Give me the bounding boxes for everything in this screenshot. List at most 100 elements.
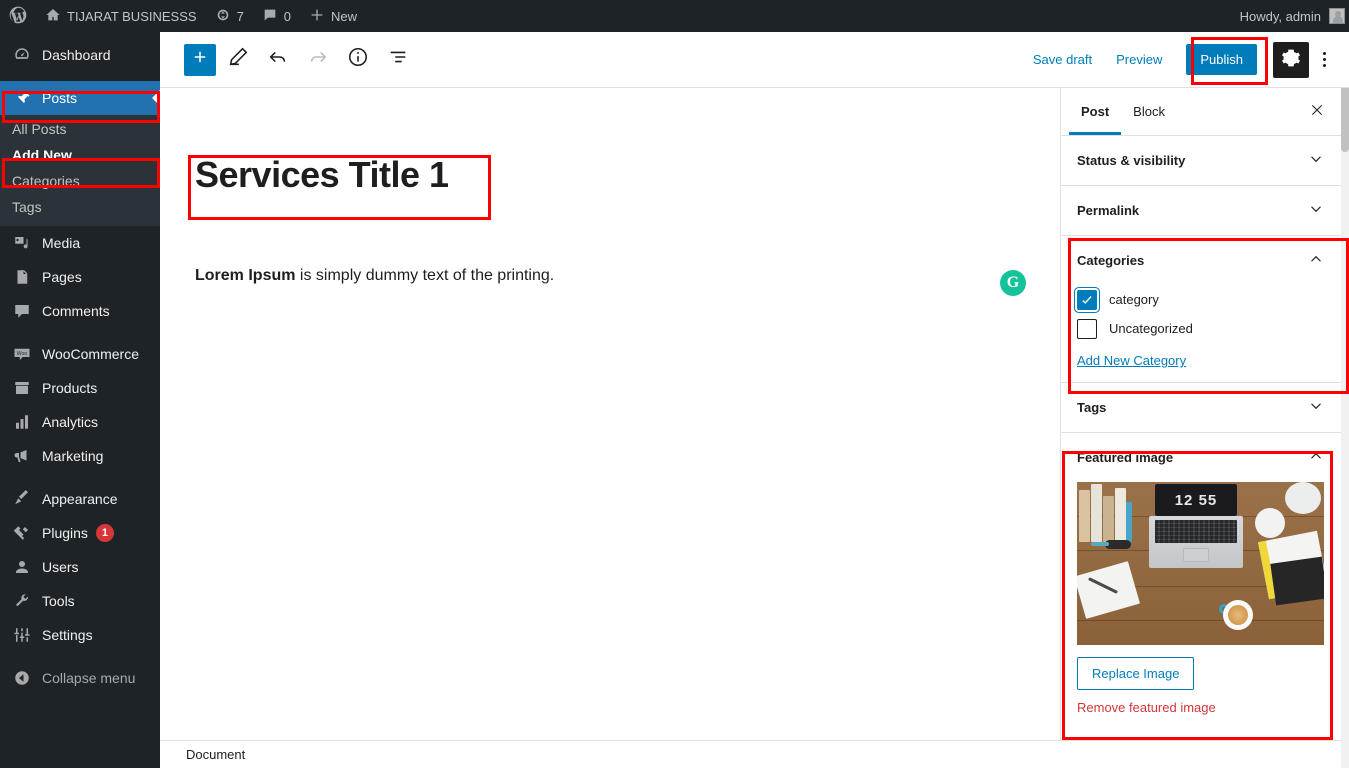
menu-separator: [0, 473, 160, 482]
panel-featured-image[interactable]: Featured image 12 55 Replace Image Remov…: [1061, 433, 1341, 715]
magazine-dark: [1270, 556, 1324, 606]
comment-icon: [262, 7, 278, 26]
comment-icon: [12, 301, 32, 321]
admin-bar: TIJARAT BUSINESSS 7 0 New Howdy, admin: [0, 0, 1349, 32]
sidebar-item-label: Plugins: [42, 525, 88, 541]
panel-permalink-header[interactable]: Permalink: [1061, 186, 1341, 235]
menu-separator: [0, 328, 160, 337]
replace-image-button[interactable]: Replace Image: [1077, 657, 1195, 690]
grammarly-icon[interactable]: G: [1000, 270, 1026, 296]
list-view-icon: [387, 46, 409, 73]
panel-title: Permalink: [1077, 203, 1140, 218]
sidebar-item-label: Appearance: [42, 491, 118, 507]
more-options-button[interactable]: [1309, 42, 1339, 78]
howdy-label: Howdy, admin: [1239, 8, 1321, 24]
sidebar-item-categories[interactable]: Categories: [0, 168, 160, 194]
settings-toggle-button[interactable]: [1273, 41, 1309, 78]
tools-button[interactable]: [220, 42, 256, 78]
details-button[interactable]: [340, 42, 376, 78]
document-breadcrumb[interactable]: Document: [186, 747, 245, 762]
collapse-icon: [12, 668, 32, 688]
plug-icon: [12, 523, 32, 543]
sidebar-item-tags[interactable]: Tags: [0, 194, 160, 220]
updates-count: 7: [236, 8, 244, 24]
sidebar-item-label: Settings: [42, 627, 93, 643]
plus-icon: [309, 7, 325, 26]
sidebar-item-appearance[interactable]: Appearance: [0, 482, 160, 516]
sidebar-item-marketing[interactable]: Marketing: [0, 439, 160, 473]
category-label: Uncategorized: [1109, 321, 1193, 336]
add-new-category-link[interactable]: Add New Category: [1077, 353, 1186, 368]
sidebar-item-label: Users: [42, 559, 79, 575]
panel-permalink[interactable]: Permalink: [1061, 186, 1341, 236]
panel-status-visibility[interactable]: Status & visibility: [1061, 136, 1341, 186]
redo-button[interactable]: [300, 42, 336, 78]
books-stack: [1079, 482, 1135, 542]
pages-icon: [12, 267, 32, 287]
svg-text:Woo: Woo: [17, 351, 28, 357]
featured-image-preview[interactable]: 12 55: [1077, 482, 1324, 645]
sidebar-item-users[interactable]: Users: [0, 550, 160, 584]
tab-post[interactable]: Post: [1069, 88, 1122, 135]
save-draft-button[interactable]: Save draft: [1021, 46, 1104, 73]
sidebar-item-products[interactable]: Products: [0, 371, 160, 405]
sidebar-item-posts[interactable]: Posts: [0, 81, 160, 115]
updates-menu[interactable]: 7: [206, 0, 253, 32]
products-icon: [12, 378, 32, 398]
site-name-menu[interactable]: TIJARAT BUSINESSS: [36, 0, 206, 32]
undo-button[interactable]: [260, 42, 296, 78]
menu-separator: [0, 652, 160, 661]
comments-menu[interactable]: 0: [253, 0, 300, 32]
sidebar-item-comments[interactable]: Comments: [0, 294, 160, 328]
sidebar-item-plugins[interactable]: Plugins 1: [0, 516, 160, 550]
tab-block[interactable]: Block: [1121, 88, 1177, 135]
updates-icon: [215, 7, 231, 26]
sidebar-item-label: Tools: [42, 593, 75, 609]
posts-submenu: All Posts Add New Categories Tags: [0, 115, 160, 226]
admin-sidebar: Dashboard Posts All Posts Add New Catego…: [0, 32, 160, 768]
category-checkbox-category[interactable]: [1077, 289, 1097, 310]
editor-toolbar-right: Save draft Preview Publish: [1021, 41, 1349, 78]
add-block-button[interactable]: [184, 43, 216, 76]
panel-status-visibility-header[interactable]: Status & visibility: [1061, 136, 1341, 185]
laptop-keyboard: [1155, 520, 1237, 543]
category-row[interactable]: Uncategorized: [1077, 314, 1325, 343]
list-view-button[interactable]: [380, 42, 416, 78]
page-scrollbar[interactable]: [1341, 32, 1349, 768]
post-paragraph-block[interactable]: Lorem Ipsum is simply dummy text of the …: [195, 263, 554, 289]
sidebar-item-label: Pages: [42, 269, 82, 285]
close-settings-button[interactable]: [1301, 96, 1333, 128]
panel-categories-body: category Uncategorized Add New Category: [1061, 285, 1341, 382]
category-label: category: [1109, 292, 1159, 307]
category-row[interactable]: category: [1077, 285, 1325, 314]
panel-categories[interactable]: Categories category Uncategorized Add Ne…: [1061, 236, 1341, 383]
sidebar-item-add-new[interactable]: Add New: [0, 142, 160, 168]
sidebar-item-media[interactable]: Media: [0, 226, 160, 260]
sidebar-item-woocommerce[interactable]: Woo WooCommerce: [0, 337, 160, 371]
post-title[interactable]: Services Title 1: [195, 154, 449, 196]
remove-featured-image-link[interactable]: Remove featured image: [1077, 700, 1325, 715]
sidebar-item-tools[interactable]: Tools: [0, 584, 160, 618]
editor-canvas[interactable]: Services Title 1 Lorem Ipsum is simply d…: [160, 88, 1060, 740]
publish-button[interactable]: Publish: [1186, 44, 1257, 75]
new-content-menu[interactable]: New: [300, 0, 366, 32]
preview-button[interactable]: Preview: [1104, 46, 1174, 73]
pencil-icon: [227, 46, 249, 73]
panel-categories-header[interactable]: Categories: [1061, 236, 1341, 285]
sidebar-item-pages[interactable]: Pages: [0, 260, 160, 294]
sidebar-item-label: Marketing: [42, 448, 104, 464]
sidebar-item-dashboard[interactable]: Dashboard: [0, 38, 160, 72]
panel-tags[interactable]: Tags: [1061, 383, 1341, 433]
sidebar-item-settings[interactable]: Settings: [0, 618, 160, 652]
sidebar-item-all-posts[interactable]: All Posts: [0, 116, 160, 142]
editor-footer-bar: Document: [160, 740, 1349, 768]
panel-tags-header[interactable]: Tags: [1061, 383, 1341, 432]
chevron-up-icon: [1307, 447, 1325, 468]
admin-bar-account[interactable]: Howdy, admin: [1240, 8, 1349, 24]
wordpress-logo-button[interactable]: [0, 0, 36, 32]
sidebar-item-collapse-menu[interactable]: Collapse menu: [0, 661, 160, 695]
panel-featured-image-header[interactable]: Featured image: [1061, 433, 1341, 482]
category-checkbox-uncategorized[interactable]: [1077, 318, 1097, 339]
lamp-shade: [1285, 482, 1321, 514]
sidebar-item-analytics[interactable]: Analytics: [0, 405, 160, 439]
